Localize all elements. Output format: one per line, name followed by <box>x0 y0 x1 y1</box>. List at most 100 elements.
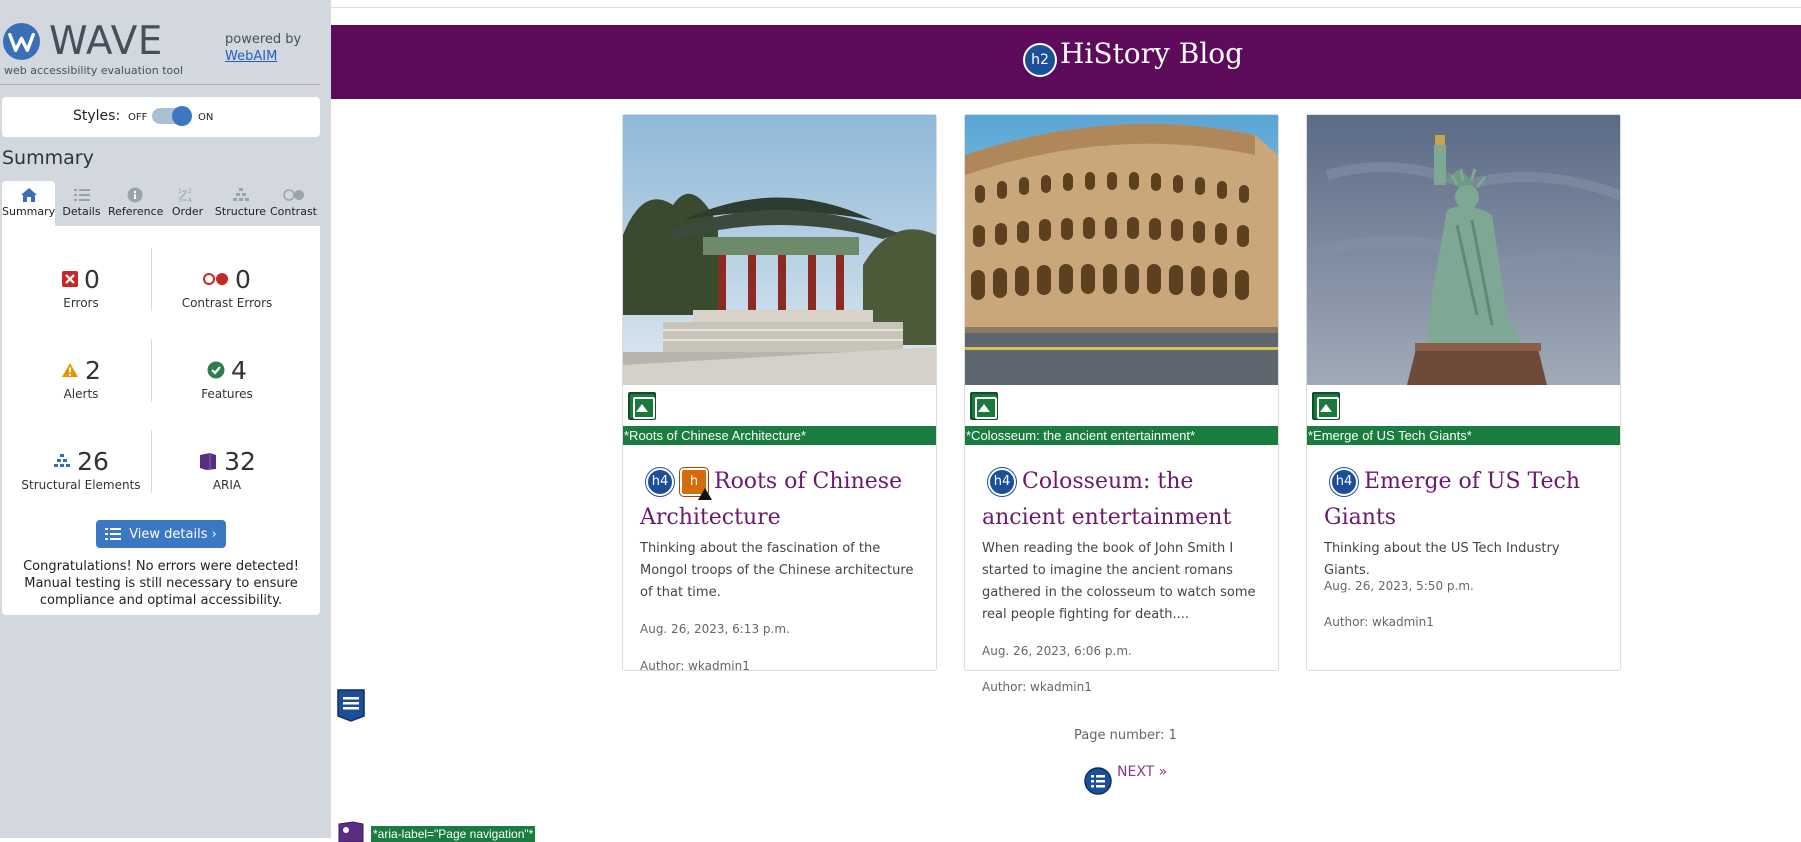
card-author: Author: wkadmin1 <box>1324 615 1434 629</box>
aria-label-text: *aria-label="Page navigation"* <box>371 826 536 842</box>
alt-text-label: *Roots of Chinese Architecture* <box>623 426 936 445</box>
blog-page: h2 HiStory Blog *Roots of Chinese Archit… <box>331 0 1801 842</box>
blog-title[interactable]: HiStory Blog <box>1060 36 1243 72</box>
errors-label: Errors <box>63 296 99 310</box>
heading-alert-icon[interactable]: h <box>680 468 712 500</box>
list-icon <box>73 189 90 201</box>
h4-heading-icon[interactable]: h4 <box>1330 468 1358 496</box>
styles-toggle-switch[interactable] <box>152 106 192 126</box>
header-divider <box>0 84 320 85</box>
features-stat[interactable]: 4 Features <box>152 355 302 402</box>
styles-on-label: ON <box>198 112 214 123</box>
contrast-error-icon <box>203 273 229 285</box>
wave-tagline: web accessibility evaluation tool <box>4 64 184 77</box>
features-label: Features <box>201 387 253 401</box>
styles-label: Styles: <box>73 108 121 124</box>
tab-label: Summary <box>2 205 56 218</box>
home-icon <box>20 188 37 202</box>
info-icon <box>127 187 142 203</box>
h-alert-letter: h <box>689 474 699 489</box>
tab-details[interactable]: Details <box>55 181 108 226</box>
aria-stat[interactable]: 32 ARIA <box>152 446 302 492</box>
next-page-link[interactable]: NEXT » <box>1117 764 1167 780</box>
structural-stat[interactable]: 26 Structural Elements <box>6 446 156 493</box>
wave-logo-icon <box>2 22 41 61</box>
wave-header: WAVE web accessibility evaluation tool p… <box>0 0 331 84</box>
webaim-link[interactable]: WebAIM <box>225 49 277 64</box>
aria-icon <box>200 453 217 470</box>
error-icon <box>62 271 79 287</box>
contrast-icon <box>282 189 304 201</box>
tab-order[interactable]: 1234 Order <box>161 181 214 226</box>
card-title-link[interactable]: h4 Colosseum: the ancient entertainment <box>982 464 1267 536</box>
alerts-label: Alerts <box>63 387 99 401</box>
card-date: Aug. 26, 2023, 5:50 p.m. <box>1324 579 1474 593</box>
tab-label: Structure <box>214 205 267 218</box>
features-count: 4 <box>231 355 247 385</box>
card-date: Aug. 26, 2023, 6:13 p.m. <box>640 622 790 636</box>
list-icon[interactable] <box>1084 767 1112 795</box>
card-title-text: Colosseum: the ancient entertainment <box>982 469 1232 530</box>
card-author: Author: wkadmin1 <box>640 659 750 673</box>
colosseum-image[interactable] <box>965 115 1278 385</box>
contrast-errors-stat[interactable]: 0 Contrast Errors <box>152 264 302 311</box>
card-excerpt: Thinking about the fascination of the Mo… <box>640 541 914 600</box>
view-details-button[interactable]: View details › <box>96 520 226 548</box>
summary-panel: Summary Details Reference 1234 Order Str… <box>2 181 320 615</box>
blog-card: *Colosseum: the ancient entertainment* h… <box>964 114 1279 694</box>
view-details-label: View details › <box>129 526 217 542</box>
contrast-errors-count: 0 <box>235 264 251 294</box>
svg-text:4: 4 <box>188 197 192 203</box>
h4-heading-icon[interactable]: h4 <box>988 468 1016 496</box>
warning-icon <box>698 488 712 500</box>
alert-icon <box>62 363 79 377</box>
pavilion-image[interactable] <box>623 115 936 385</box>
wave-tabs: Summary Details Reference 1234 Order Str… <box>2 181 320 226</box>
congrats-message: Congratulations! No errors were detected… <box>23 559 299 608</box>
blog-banner: h2 HiStory Blog <box>331 25 1801 99</box>
summary-heading: Summary <box>2 147 94 169</box>
tab-label: Contrast <box>269 205 317 218</box>
toggle-knob <box>172 106 192 126</box>
blog-card: *Emerge of US Tech Giants* h4 Emerge of U… <box>1306 114 1621 671</box>
image-alt-icon[interactable] <box>628 392 656 420</box>
statue-of-liberty-image[interactable] <box>1307 115 1620 385</box>
powered-by-text: powered by <box>225 32 302 47</box>
svg-text:1: 1 <box>178 188 182 195</box>
order-icon: 1 23 4 <box>178 188 192 203</box>
h4-heading-icon[interactable]: h4 <box>646 468 674 496</box>
tab-label: Details <box>62 205 101 218</box>
svg-text:2: 2 <box>188 188 192 195</box>
structural-label: Structural Elements <box>21 478 141 492</box>
tab-structure[interactable]: Structure <box>214 181 267 226</box>
tab-contrast[interactable]: Contrast <box>267 181 320 226</box>
aria-label: ARIA <box>212 478 242 492</box>
styles-off-label: OFF <box>128 112 148 123</box>
h2-heading-icon[interactable]: h2 <box>1023 43 1057 77</box>
image-alt-icon[interactable] <box>1312 392 1340 420</box>
card-title-text: Emerge of US Tech Giants <box>1324 469 1581 530</box>
card-title-link[interactable]: h4 h Roots of Chinese Architecture <box>640 464 925 536</box>
errors-stat[interactable]: 0 Errors <box>6 264 156 310</box>
contrast-errors-label: Contrast Errors <box>181 296 273 310</box>
image-alt-icon[interactable] <box>970 392 998 420</box>
alerts-stat[interactable]: 2 Alerts <box>6 355 156 401</box>
list-structure-icon[interactable] <box>336 688 366 722</box>
alt-text-label: *Emerge of US Tech Giants* <box>1307 426 1620 445</box>
card-date: Aug. 26, 2023, 6:06 p.m. <box>982 644 1132 658</box>
card-excerpt: Thinking about the US Tech Industry Gian… <box>1324 541 1560 578</box>
aria-label-icon[interactable] <box>337 820 365 842</box>
tab-label: Order <box>171 205 204 218</box>
card-excerpt: When reading the book of John Smith I st… <box>982 541 1256 622</box>
tab-summary[interactable]: Summary <box>2 181 55 226</box>
tab-reference[interactable]: Reference <box>108 181 163 226</box>
alt-text-label: *Colosseum: the ancient entertainment* <box>965 426 1278 445</box>
card-author: Author: wkadmin1 <box>982 680 1092 694</box>
structure-icon <box>232 188 249 201</box>
wave-logo-text: WAVE <box>49 19 163 64</box>
structure-icon <box>54 454 71 467</box>
structural-count: 26 <box>77 446 109 476</box>
styles-toggle-box: Styles: OFF ON <box>2 97 320 137</box>
top-divider <box>331 7 1801 8</box>
card-title-link[interactable]: h4 Emerge of US Tech Giants <box>1324 464 1609 536</box>
